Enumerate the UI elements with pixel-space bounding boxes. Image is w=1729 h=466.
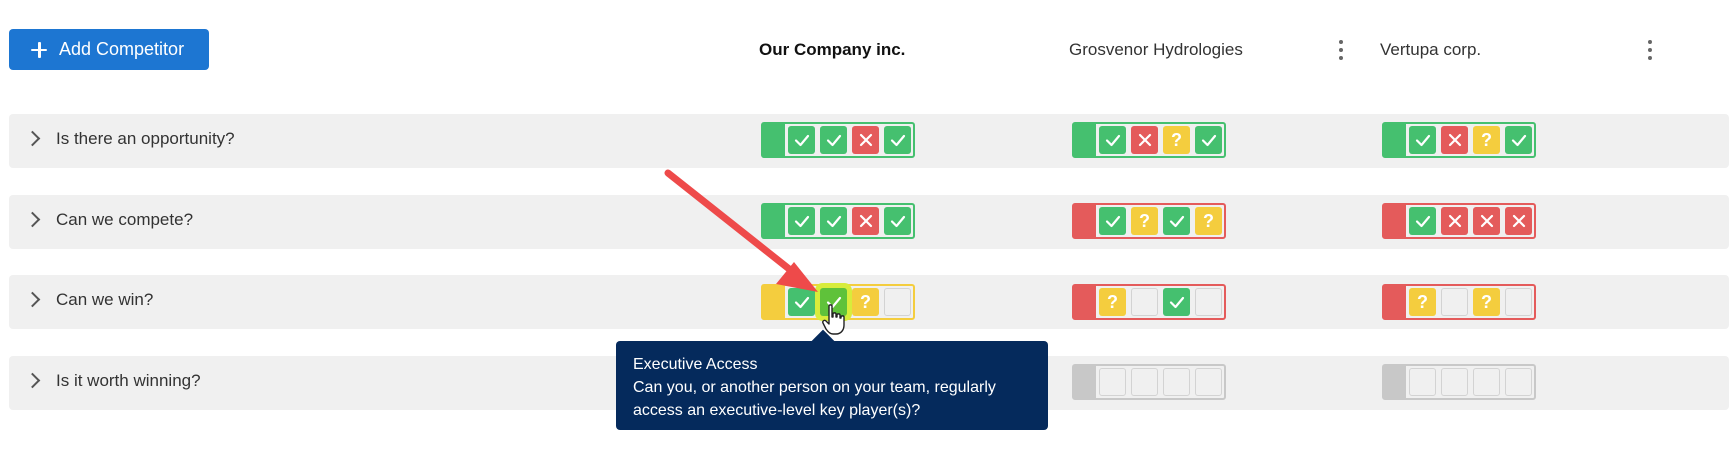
check-icon[interactable] — [1409, 126, 1436, 154]
question-label: Can we compete? — [56, 210, 194, 229]
status-bar — [1074, 366, 1096, 398]
empty-cell[interactable] — [1441, 288, 1468, 316]
score-widget[interactable] — [1382, 203, 1536, 239]
chevron-right-icon[interactable] — [24, 291, 41, 308]
grosvenor-more-options-icon[interactable] — [1338, 40, 1344, 60]
score-widget[interactable] — [761, 122, 915, 158]
tooltip-title: Executive Access — [633, 356, 758, 373]
x-icon[interactable] — [1505, 207, 1532, 235]
question-icon[interactable]: ? — [1099, 288, 1126, 316]
check-icon[interactable] — [1099, 207, 1126, 235]
check-icon[interactable] — [1505, 126, 1532, 154]
vertupa-more-options-icon[interactable] — [1647, 40, 1653, 60]
check-icon[interactable] — [884, 126, 911, 154]
hand-cursor-icon — [822, 304, 845, 335]
empty-cell[interactable] — [1099, 368, 1126, 396]
check-icon[interactable] — [788, 126, 815, 154]
status-bar — [763, 286, 785, 318]
status-bar — [763, 205, 785, 237]
question-icon[interactable]: ? — [1195, 207, 1222, 235]
empty-cell[interactable] — [1131, 368, 1158, 396]
status-bar — [1074, 124, 1096, 156]
question-label: Is there an opportunity? — [56, 129, 235, 148]
empty-cell[interactable] — [884, 288, 911, 316]
question-label: Can we win? — [56, 290, 154, 309]
x-icon[interactable] — [1473, 207, 1500, 235]
empty-cell[interactable] — [1505, 368, 1532, 396]
check-icon[interactable] — [788, 288, 815, 316]
empty-cell[interactable] — [1505, 288, 1532, 316]
status-bar — [1384, 124, 1406, 156]
empty-cell[interactable] — [1473, 368, 1500, 396]
status-bar — [1384, 205, 1406, 237]
column-header-our-company: Our Company inc. — [759, 40, 906, 59]
tooltip-body-line-2: access an executive-level key player(s)? — [633, 402, 921, 419]
question-icon[interactable]: ? — [1163, 126, 1190, 154]
status-bar — [763, 124, 785, 156]
x-icon[interactable] — [1441, 207, 1468, 235]
status-bar — [1074, 205, 1096, 237]
chevron-right-icon[interactable] — [24, 372, 41, 389]
x-icon[interactable] — [852, 207, 879, 235]
check-icon[interactable] — [1409, 207, 1436, 235]
check-icon[interactable] — [820, 126, 847, 154]
score-widget[interactable] — [761, 203, 915, 239]
empty-cell[interactable] — [1195, 368, 1222, 396]
check-icon[interactable] — [1195, 126, 1222, 154]
add-competitor-label: Add Competitor — [59, 39, 185, 59]
check-icon[interactable] — [788, 207, 815, 235]
score-widget[interactable]: ?? — [1072, 203, 1226, 239]
column-header-grosvenor: Grosvenor Hydrologies — [1069, 40, 1243, 59]
add-competitor-button[interactable]: Add Competitor — [9, 29, 209, 70]
check-icon[interactable] — [1163, 207, 1190, 235]
score-widget[interactable] — [1382, 364, 1536, 400]
question-icon[interactable]: ? — [1473, 288, 1500, 316]
empty-cell[interactable] — [1195, 288, 1222, 316]
score-widget[interactable]: ? — [1072, 122, 1226, 158]
status-bar — [1384, 286, 1406, 318]
column-header-vertupa: Vertupa corp. — [1380, 40, 1482, 59]
question-icon[interactable]: ? — [1409, 288, 1436, 316]
check-icon[interactable] — [820, 207, 847, 235]
check-icon[interactable] — [884, 207, 911, 235]
question-label: Is it worth winning? — [56, 371, 201, 390]
empty-cell[interactable] — [1131, 288, 1158, 316]
status-bar — [1384, 366, 1406, 398]
question-icon[interactable]: ? — [1131, 207, 1158, 235]
score-widget[interactable] — [1072, 364, 1226, 400]
question-icon[interactable]: ? — [852, 288, 879, 316]
plus-icon — [31, 41, 47, 58]
x-icon[interactable] — [1441, 126, 1468, 154]
tooltip-body-line-1: Can you, or another person on your team,… — [633, 379, 996, 396]
score-widget[interactable]: ? — [1382, 122, 1536, 158]
x-icon[interactable] — [852, 126, 879, 154]
check-icon[interactable] — [1099, 126, 1126, 154]
x-icon[interactable] — [1131, 126, 1158, 154]
empty-cell[interactable] — [1163, 368, 1190, 396]
tooltip: Executive Access Can you, or another per… — [616, 341, 1048, 430]
status-bar — [1074, 286, 1096, 318]
empty-cell[interactable] — [1409, 368, 1436, 396]
score-widget[interactable]: ?? — [1382, 284, 1536, 320]
empty-cell[interactable] — [1441, 368, 1468, 396]
check-icon[interactable] — [1163, 288, 1190, 316]
chevron-right-icon[interactable] — [24, 130, 41, 147]
question-icon[interactable]: ? — [1473, 126, 1500, 154]
chevron-right-icon[interactable] — [24, 211, 41, 228]
score-widget[interactable]: ? — [1072, 284, 1226, 320]
